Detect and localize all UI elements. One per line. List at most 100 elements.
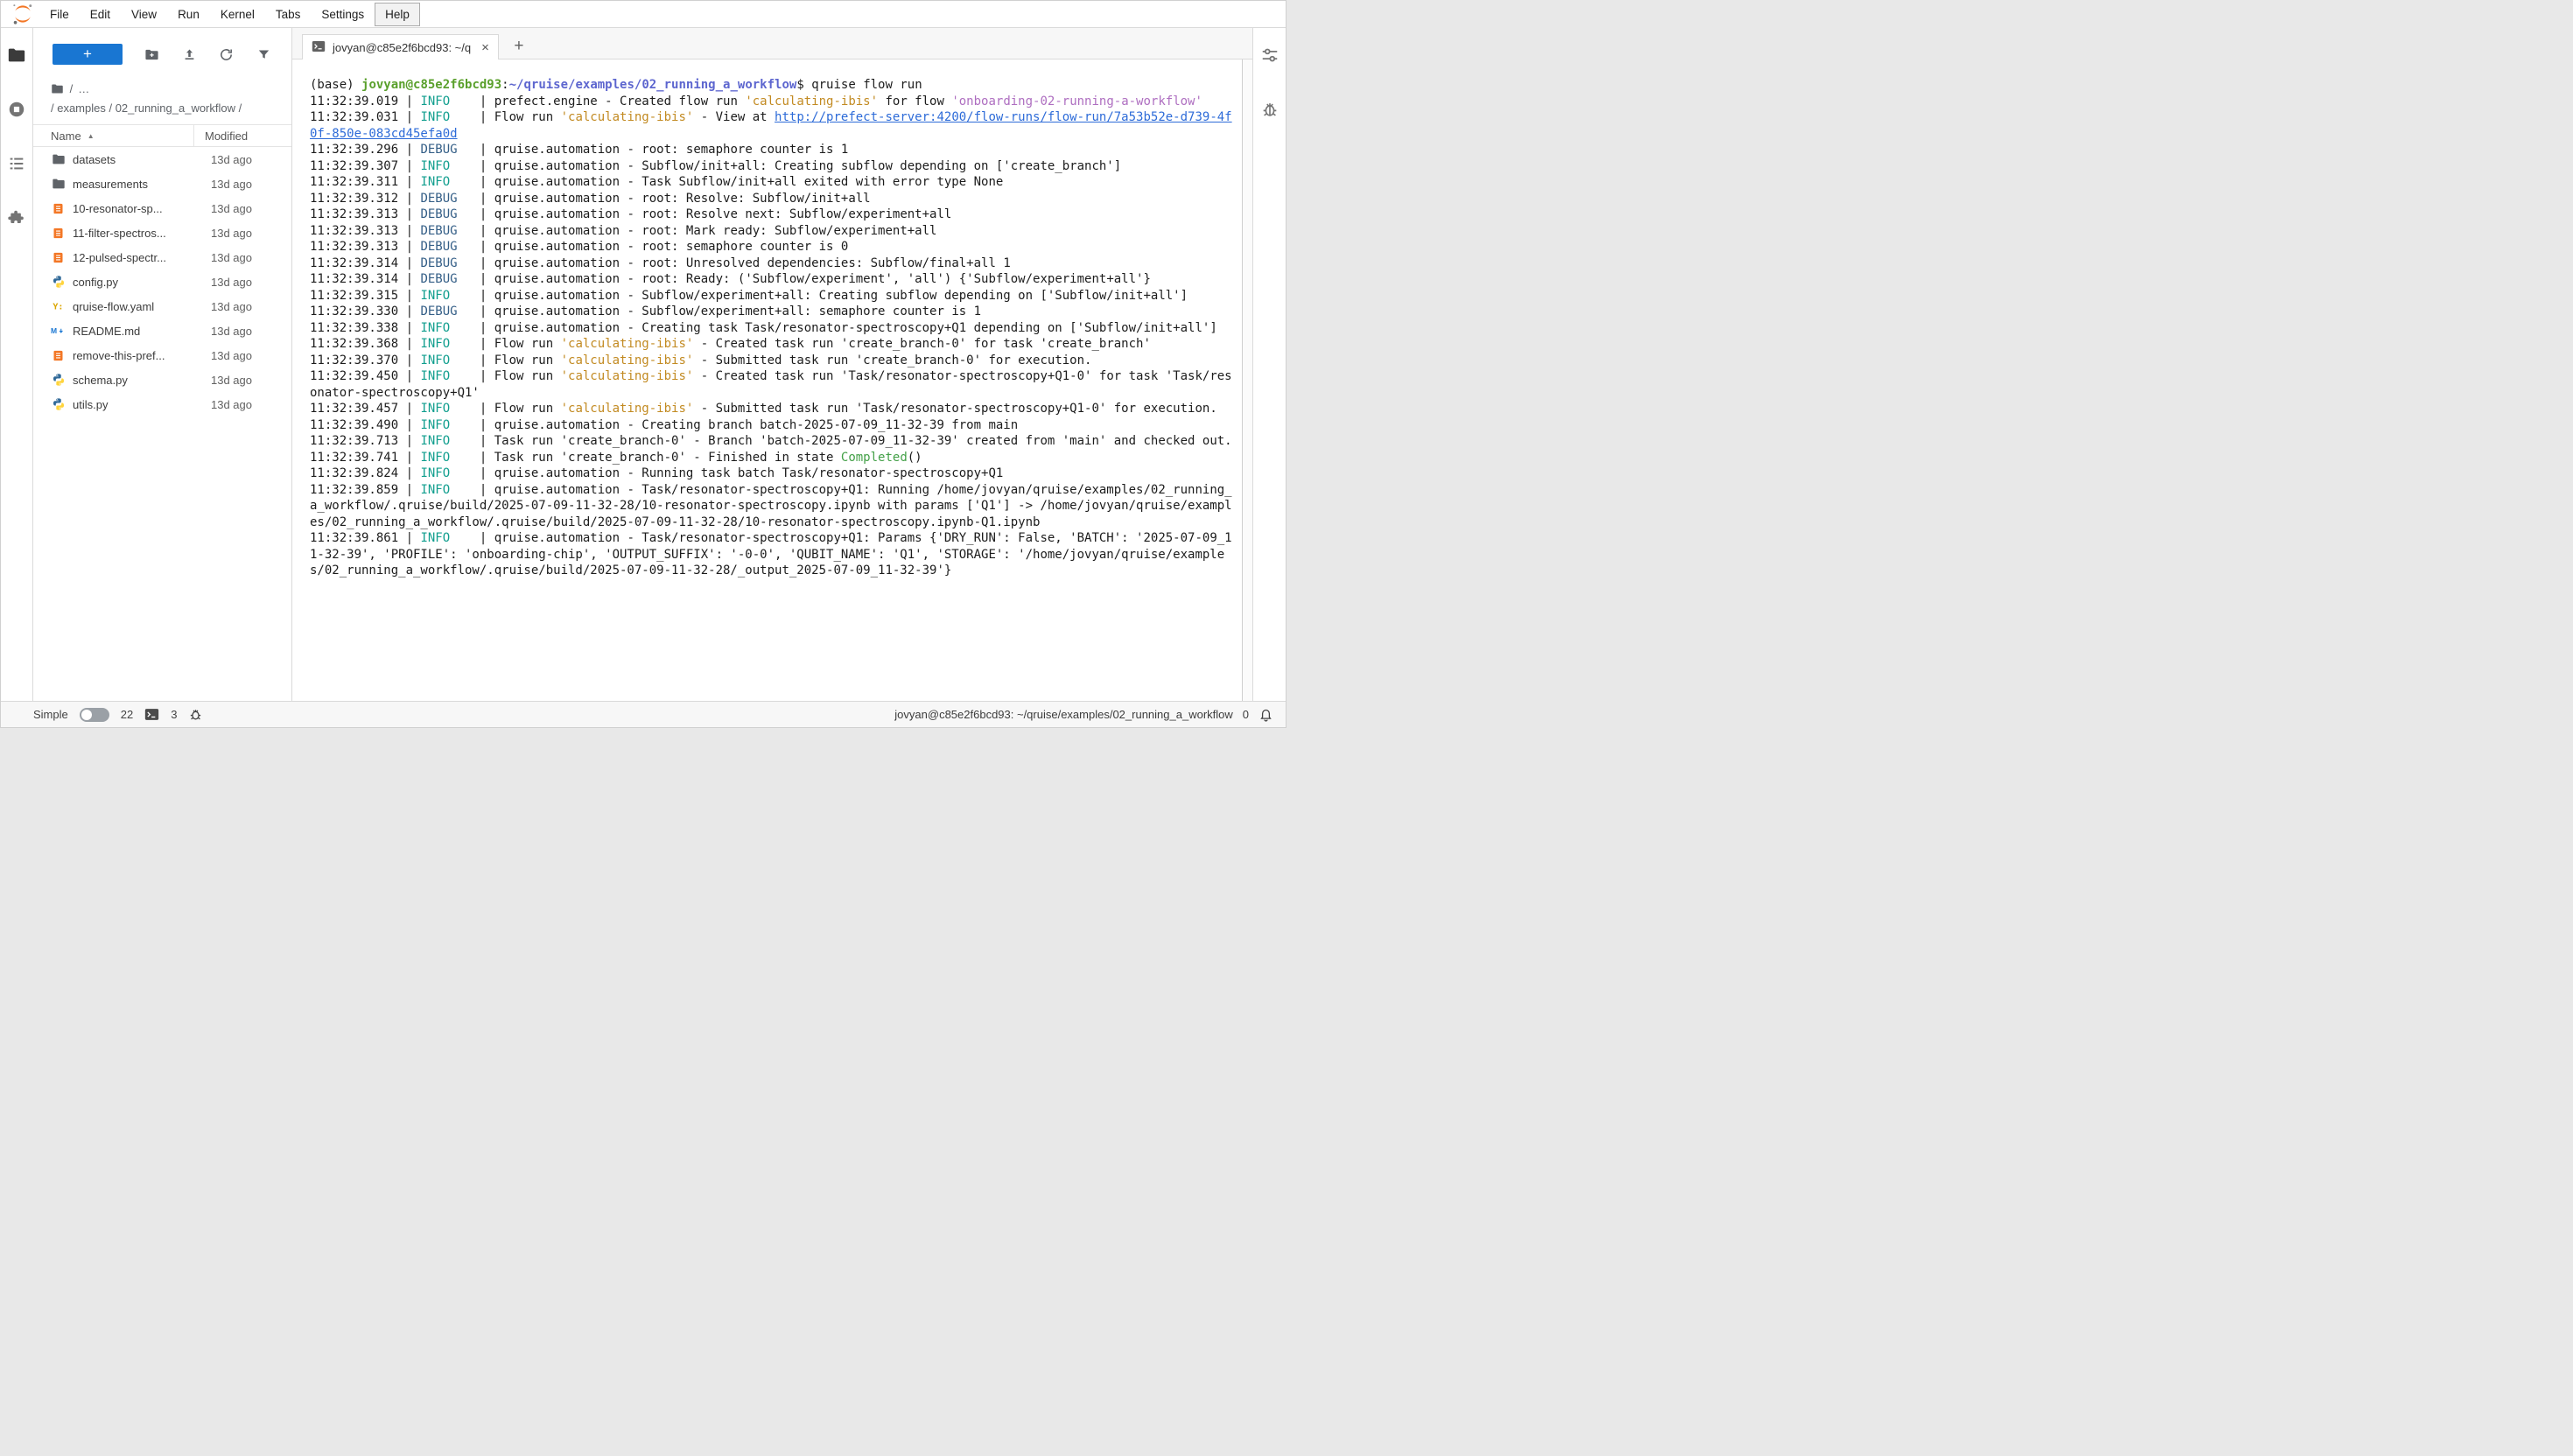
terminal-panel: (base) jovyan@c85e2f6bcd93:~/qruise/exam… — [292, 60, 1252, 701]
menu-item-view[interactable]: View — [121, 3, 167, 26]
right-sidebar — [1252, 28, 1286, 701]
file-name: measurements — [73, 178, 193, 191]
file-modified: 13d ago — [200, 325, 284, 338]
new-folder-icon[interactable] — [144, 46, 160, 62]
table-of-contents-icon[interactable] — [7, 154, 26, 173]
notebook-file-icon — [51, 227, 66, 240]
menu-item-help[interactable]: Help — [375, 3, 420, 26]
file-name: schema.py — [73, 374, 193, 387]
sort-ascending-icon: ▲ — [88, 132, 95, 140]
file-row[interactable]: 11-filter-spectros...13d ago — [33, 220, 291, 245]
file-name: README.md — [73, 325, 193, 338]
simple-mode-toggle[interactable] — [80, 708, 109, 722]
file-row[interactable]: measurements13d ago — [33, 172, 291, 196]
file-row[interactable]: 12-pulsed-spectr...13d ago — [33, 245, 291, 270]
jupyterlab-window: FileEditViewRunKernelTabsSettingsHelp + — [0, 0, 1286, 728]
bell-icon[interactable] — [1258, 707, 1273, 722]
menu-item-file[interactable]: File — [39, 3, 80, 26]
terminal-line: 11:32:39.311 | INFO | qruise.automation … — [310, 174, 1235, 191]
close-tab-icon[interactable]: × — [481, 41, 489, 54]
terminal-line: 11:32:39.031 | INFO | Flow run 'calculat… — [310, 109, 1235, 142]
breadcrumb-root[interactable]: / — [70, 82, 74, 95]
file-name: 12-pulsed-spectr... — [73, 251, 193, 264]
file-name: utils.py — [73, 398, 193, 411]
file-list-header: Name ▲ Modified — [33, 124, 291, 147]
home-folder-icon[interactable] — [51, 82, 67, 95]
left-activity-bar — [1, 28, 33, 701]
folder-file-icon — [51, 152, 66, 166]
menu-item-kernel[interactable]: Kernel — [210, 3, 265, 26]
terminal-scrollbar[interactable] — [1242, 60, 1252, 701]
terminal-line: 11:32:39.313 | DEBUG | qruise.automation… — [310, 239, 1235, 256]
breadcrumb-ellipsis[interactable]: … — [78, 82, 89, 95]
column-header-modified[interactable]: Modified — [193, 125, 284, 146]
terminal-line: 11:32:39.457 | INFO | Flow run 'calculat… — [310, 401, 1235, 417]
svg-text:M: M — [51, 326, 57, 335]
file-name: 11-filter-spectros... — [73, 227, 193, 240]
file-modified: 13d ago — [200, 398, 284, 411]
menu-item-settings[interactable]: Settings — [311, 3, 375, 26]
main-area: jovyan@c85e2f6bcd93: ~/q × + (base) jovy… — [292, 28, 1252, 701]
current-terminal-path: jovyan@c85e2f6bcd93: ~/qruise/examples/0… — [894, 708, 1232, 721]
running-kernels-icon[interactable] — [7, 100, 26, 119]
file-row[interactable]: utils.py 13d ago — [33, 392, 291, 416]
notebook-file-icon — [51, 349, 66, 362]
menu-bar: FileEditViewRunKernelTabsSettingsHelp — [1, 1, 1286, 28]
breadcrumb: / … / examples / 02_running_a_workflow / — [33, 74, 291, 119]
status-bar: Simple 22 3 jovyan@c85e2f6bcd93: ~/qruis… — [1, 701, 1286, 727]
terminal-line: 11:32:39.370 | INFO | Flow run 'calculat… — [310, 353, 1235, 369]
file-name: qruise-flow.yaml — [73, 300, 193, 313]
bug-icon[interactable] — [188, 707, 203, 722]
file-browser-icon[interactable] — [7, 46, 26, 65]
jupyter-logo-icon — [6, 3, 39, 25]
terminal-line: 11:32:39.314 | DEBUG | qruise.automation… — [310, 271, 1235, 288]
terminal-line: 11:32:39.824 | INFO | qruise.automation … — [310, 466, 1235, 482]
terminal-line: 11:32:39.330 | DEBUG | qruise.automation… — [310, 304, 1235, 320]
breadcrumb-path[interactable]: / examples / 02_running_a_workflow / — [51, 100, 274, 117]
property-inspector-icon[interactable] — [1260, 46, 1279, 65]
extension-manager-icon[interactable] — [7, 208, 26, 228]
folder-file-icon — [51, 177, 66, 191]
yaml-file-icon: Y: — [51, 299, 66, 313]
menu-item-run[interactable]: Run — [167, 3, 210, 26]
menu-item-tabs[interactable]: Tabs — [265, 3, 312, 26]
new-tab-button[interactable]: + — [504, 33, 534, 59]
tab-terminal[interactable]: jovyan@c85e2f6bcd93: ~/q × — [302, 34, 499, 60]
file-row[interactable]: M README.md 13d ago — [33, 318, 291, 343]
file-row[interactable]: datasets13d ago — [33, 147, 291, 172]
file-modified: 13d ago — [200, 153, 284, 166]
terminal-line: 11:32:39.313 | DEBUG | qruise.automation… — [310, 223, 1235, 240]
file-row[interactable]: config.py13d ago — [33, 270, 291, 294]
notebook-file-icon — [51, 251, 66, 264]
file-row[interactable]: schema.py13d ago — [33, 368, 291, 392]
terminal-line: 11:32:39.313 | DEBUG | qruise.automation… — [310, 206, 1235, 223]
filter-icon[interactable] — [256, 46, 272, 62]
file-name: config.py — [73, 276, 193, 289]
terminal-output[interactable]: (base) jovyan@c85e2f6bcd93:~/qruise/exam… — [292, 60, 1242, 701]
terminal-line: 11:32:39.314 | DEBUG | qruise.automation… — [310, 256, 1235, 272]
file-modified: 13d ago — [200, 300, 284, 313]
menu-item-edit[interactable]: Edit — [80, 3, 121, 26]
upload-icon[interactable] — [182, 46, 198, 62]
new-launcher-button[interactable]: + — [53, 44, 123, 65]
terminal-line: 11:32:39.741 | INFO | Task run 'create_b… — [310, 450, 1235, 466]
notifications-count[interactable]: 0 — [1243, 708, 1249, 721]
file-row[interactable]: Y: qruise-flow.yaml 13d ago — [33, 294, 291, 318]
refresh-icon[interactable] — [219, 46, 235, 62]
column-header-name[interactable]: Name ▲ — [51, 130, 193, 143]
kernels-count[interactable]: 22 — [121, 708, 133, 721]
terminal-icon — [144, 707, 159, 722]
notebook-file-icon — [51, 202, 66, 215]
debugger-bug-icon[interactable] — [1260, 100, 1279, 119]
file-row[interactable]: remove-this-pref...13d ago — [33, 343, 291, 368]
file-modified: 13d ago — [200, 349, 284, 362]
file-modified: 13d ago — [200, 202, 284, 215]
markdown-file-icon: M — [51, 324, 66, 338]
python-file-icon — [51, 397, 66, 411]
terminal-line: 11:32:39.315 | INFO | qruise.automation … — [310, 288, 1235, 304]
terminals-count[interactable]: 3 — [171, 708, 177, 721]
file-row[interactable]: 10-resonator-sp...13d ago — [33, 196, 291, 220]
terminal-line: 11:32:39.713 | INFO | Task run 'create_b… — [310, 433, 1235, 450]
svg-text:Y:: Y: — [53, 302, 63, 312]
terminal-line: 11:32:39.338 | INFO | qruise.automation … — [310, 320, 1235, 337]
